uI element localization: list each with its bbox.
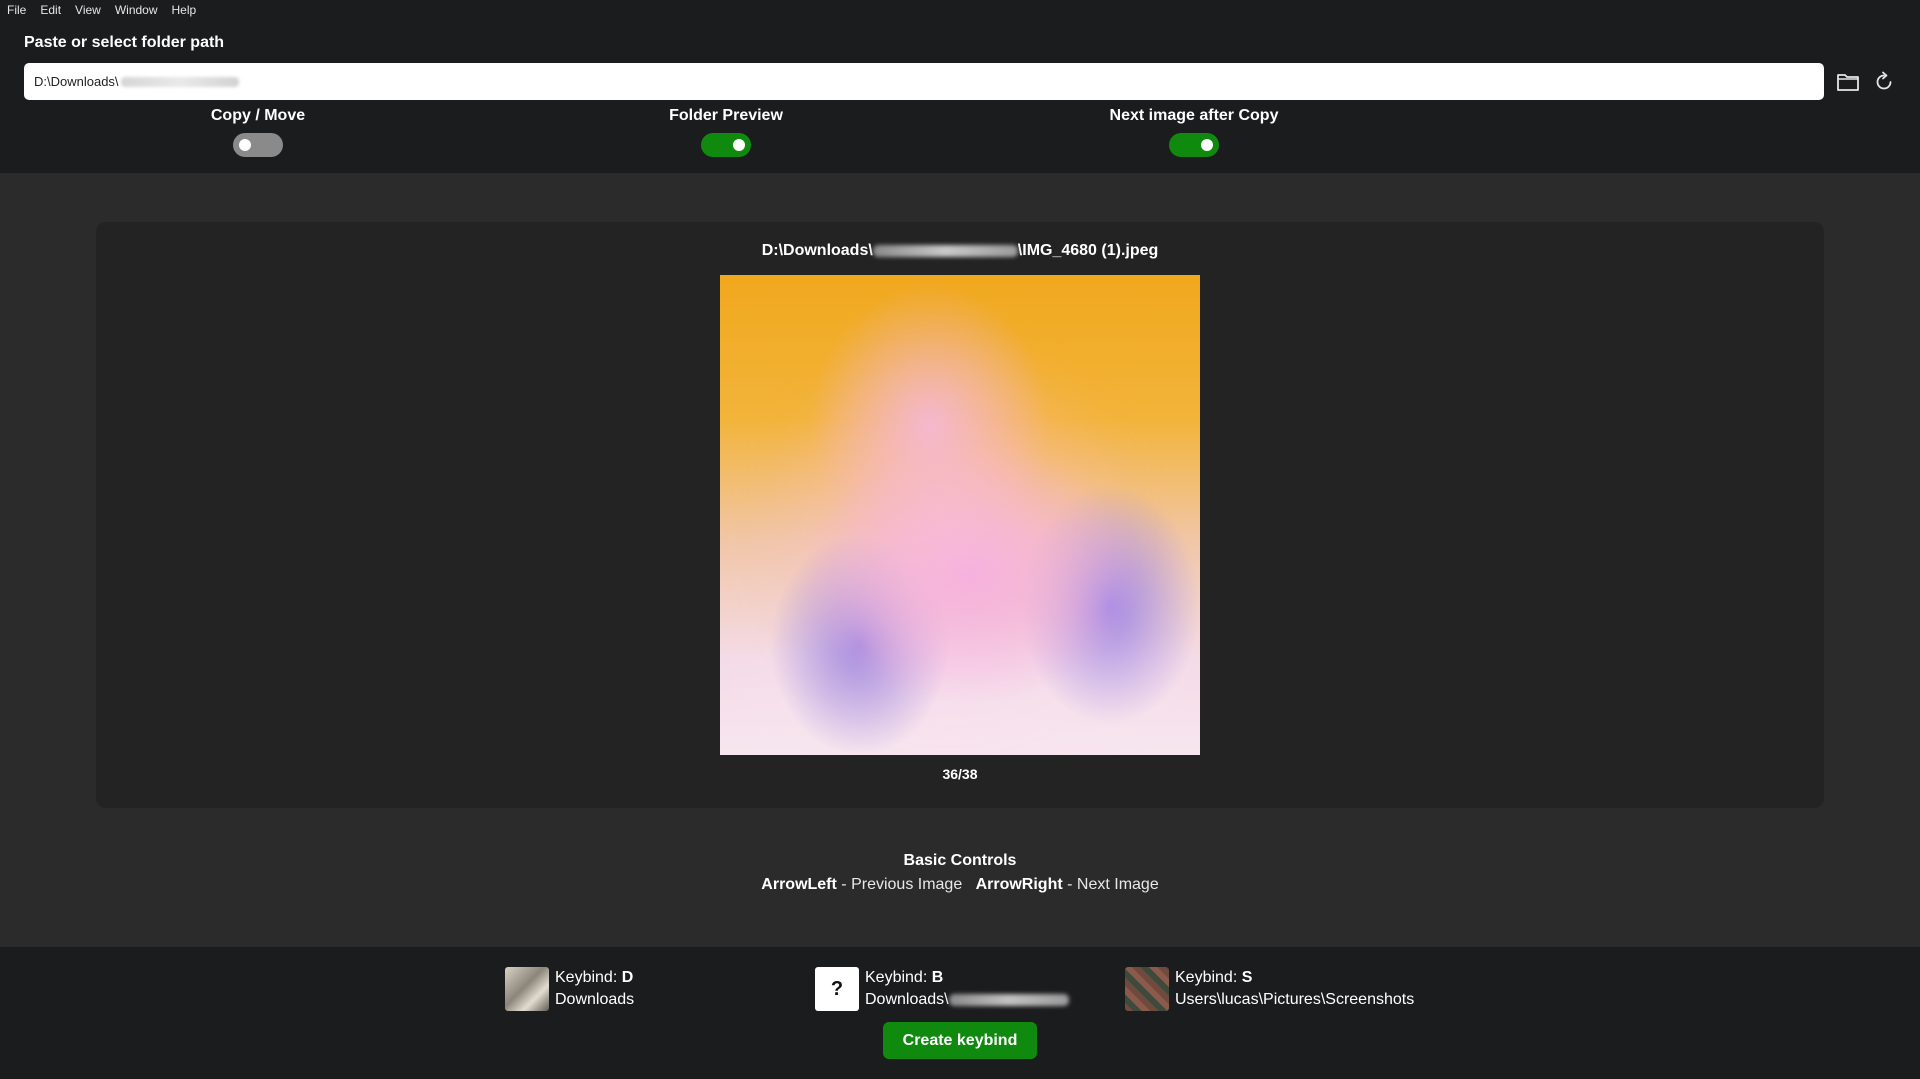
arrow-right-desc: - Next Image — [1062, 876, 1159, 893]
folder-preview-label: Folder Preview — [669, 107, 783, 124]
keybind-key: S — [1241, 969, 1253, 986]
refresh-icon — [1876, 71, 1892, 90]
folder-preview-toggle[interactable] — [701, 133, 751, 157]
next-image-toggle-group: Next image after Copy — [1084, 107, 1304, 157]
menu-bar: File Edit View Window Help — [0, 0, 1920, 20]
redacted-text — [872, 244, 1018, 257]
file-path-suffix: \IMG_4680 (1).jpeg — [1017, 242, 1159, 259]
keybind-thumbnail — [1125, 967, 1169, 1011]
controls-title: Basic Controls — [903, 852, 1017, 869]
toggle-knob — [733, 139, 745, 151]
menu-edit[interactable]: Edit — [40, 3, 61, 17]
folder-icon — [1837, 74, 1859, 91]
copy-move-toggle[interactable] — [233, 133, 283, 157]
redacted-text — [948, 993, 1069, 1006]
basic-controls: Basic Controls ArrowLeft - Previous Imag… — [0, 852, 1920, 894]
next-image-label: Next image after Copy — [1109, 107, 1279, 124]
copy-move-label: Copy / Move — [210, 107, 306, 124]
redacted-text — [120, 76, 239, 87]
keybind-thumbnail — [505, 967, 549, 1011]
menu-view[interactable]: View — [75, 3, 101, 17]
refresh-button[interactable] — [1870, 68, 1898, 96]
menu-help[interactable]: Help — [172, 3, 197, 17]
keybind-key: B — [931, 969, 944, 986]
keybind-item-s[interactable]: Keybind: S Users\lucas\Pictures\Screensh… — [1125, 967, 1414, 1011]
browse-folder-button[interactable] — [1834, 68, 1862, 96]
folder-preview-toggle-group: Folder Preview — [616, 107, 836, 157]
current-file-path: D:\Downloads\ \IMG_4680 (1).jpeg — [96, 242, 1824, 260]
keybind-path: Downloads\ — [865, 991, 949, 1008]
copy-move-toggle-group: Copy / Move — [148, 107, 368, 157]
unknown-thumbnail-icon: ? — [815, 967, 859, 1011]
menu-window[interactable]: Window — [115, 3, 158, 17]
main-area: D:\Downloads\ \IMG_4680 (1).jpeg 36/38 Ba… — [0, 173, 1920, 947]
arrow-left-key: ArrowLeft — [761, 876, 837, 893]
image-viewer-panel: D:\Downloads\ \IMG_4680 (1).jpeg 36/38 — [96, 222, 1824, 808]
image-counter: 36/38 — [942, 766, 978, 782]
toggle-knob — [1201, 139, 1213, 151]
file-path-prefix: D:\Downloads\ — [761, 242, 873, 259]
keybind-item-b[interactable]: ? Keybind: B Downloads\ — [815, 967, 1069, 1011]
menu-file[interactable]: File — [7, 3, 26, 17]
keybind-label: Keybind: — [1175, 969, 1242, 986]
keybind-item-d[interactable]: Keybind: D Downloads — [505, 967, 634, 1011]
arrow-right-key: ArrowRight — [975, 876, 1063, 893]
arrow-left-desc: - Previous Image — [836, 876, 963, 893]
folder-path-value: D:\Downloads\ — [34, 74, 119, 89]
create-keybind-button[interactable]: Create keybind — [883, 1022, 1037, 1059]
keybind-label: Keybind: — [555, 969, 622, 986]
keybind-bar: Keybind: D Downloads ? Keybind: B Downlo… — [0, 947, 1920, 1079]
keybind-path: Downloads — [555, 991, 635, 1008]
keybind-label: Keybind: — [865, 969, 932, 986]
folder-path-input[interactable]: D:\Downloads\ — [24, 63, 1824, 100]
keybind-path: Users\lucas\Pictures\Screenshots — [1175, 991, 1415, 1008]
path-label: Paste or select folder path — [24, 34, 225, 51]
toggle-knob — [239, 139, 251, 151]
preview-image[interactable] — [720, 275, 1200, 755]
top-bar: Paste or select folder path D:\Downloads… — [0, 20, 1920, 173]
next-image-toggle[interactable] — [1169, 133, 1219, 157]
keybind-key: D — [621, 969, 634, 986]
